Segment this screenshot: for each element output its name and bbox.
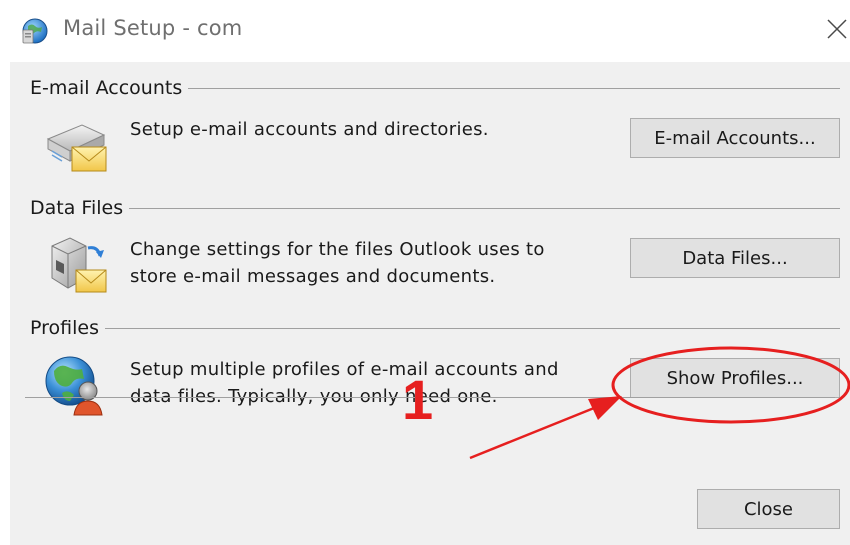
annotation-step-number: 1 bbox=[402, 368, 434, 431]
mail-setup-icon bbox=[22, 18, 48, 44]
group-title-email-accounts: E-mail Accounts bbox=[30, 77, 189, 99]
group-title-data-files: Data Files bbox=[30, 197, 130, 219]
email-envelope-icon bbox=[46, 124, 107, 172]
profiles-description-line1: Setup multiple profiles of e-mail accoun… bbox=[130, 359, 559, 380]
title-bar: Mail Setup - com bbox=[0, 0, 850, 60]
data-files-button[interactable]: Data Files... bbox=[630, 238, 840, 278]
email-accounts-description: Setup e-mail accounts and directories. bbox=[130, 119, 489, 140]
group-title-profiles: Profiles bbox=[30, 317, 105, 339]
group-divider-profiles bbox=[30, 328, 840, 329]
data-file-mail-icon bbox=[51, 237, 107, 293]
globe-user-icon bbox=[45, 356, 103, 416]
data-files-description-line1: Change settings for the files Outlook us… bbox=[130, 239, 545, 260]
data-files-description: Change settings for the files Outlook us… bbox=[130, 236, 545, 290]
email-accounts-button[interactable]: E-mail Accounts... bbox=[630, 118, 840, 158]
close-icon[interactable] bbox=[824, 16, 850, 42]
data-files-description-line2: store e-mail messages and documents. bbox=[130, 266, 496, 287]
window-title: Mail Setup - com bbox=[63, 16, 243, 40]
close-button[interactable]: Close bbox=[697, 489, 840, 529]
profiles-description: Setup multiple profiles of e-mail accoun… bbox=[130, 356, 559, 410]
group-divider-data-files bbox=[30, 208, 840, 209]
show-profiles-button[interactable]: Show Profiles... bbox=[630, 358, 840, 398]
